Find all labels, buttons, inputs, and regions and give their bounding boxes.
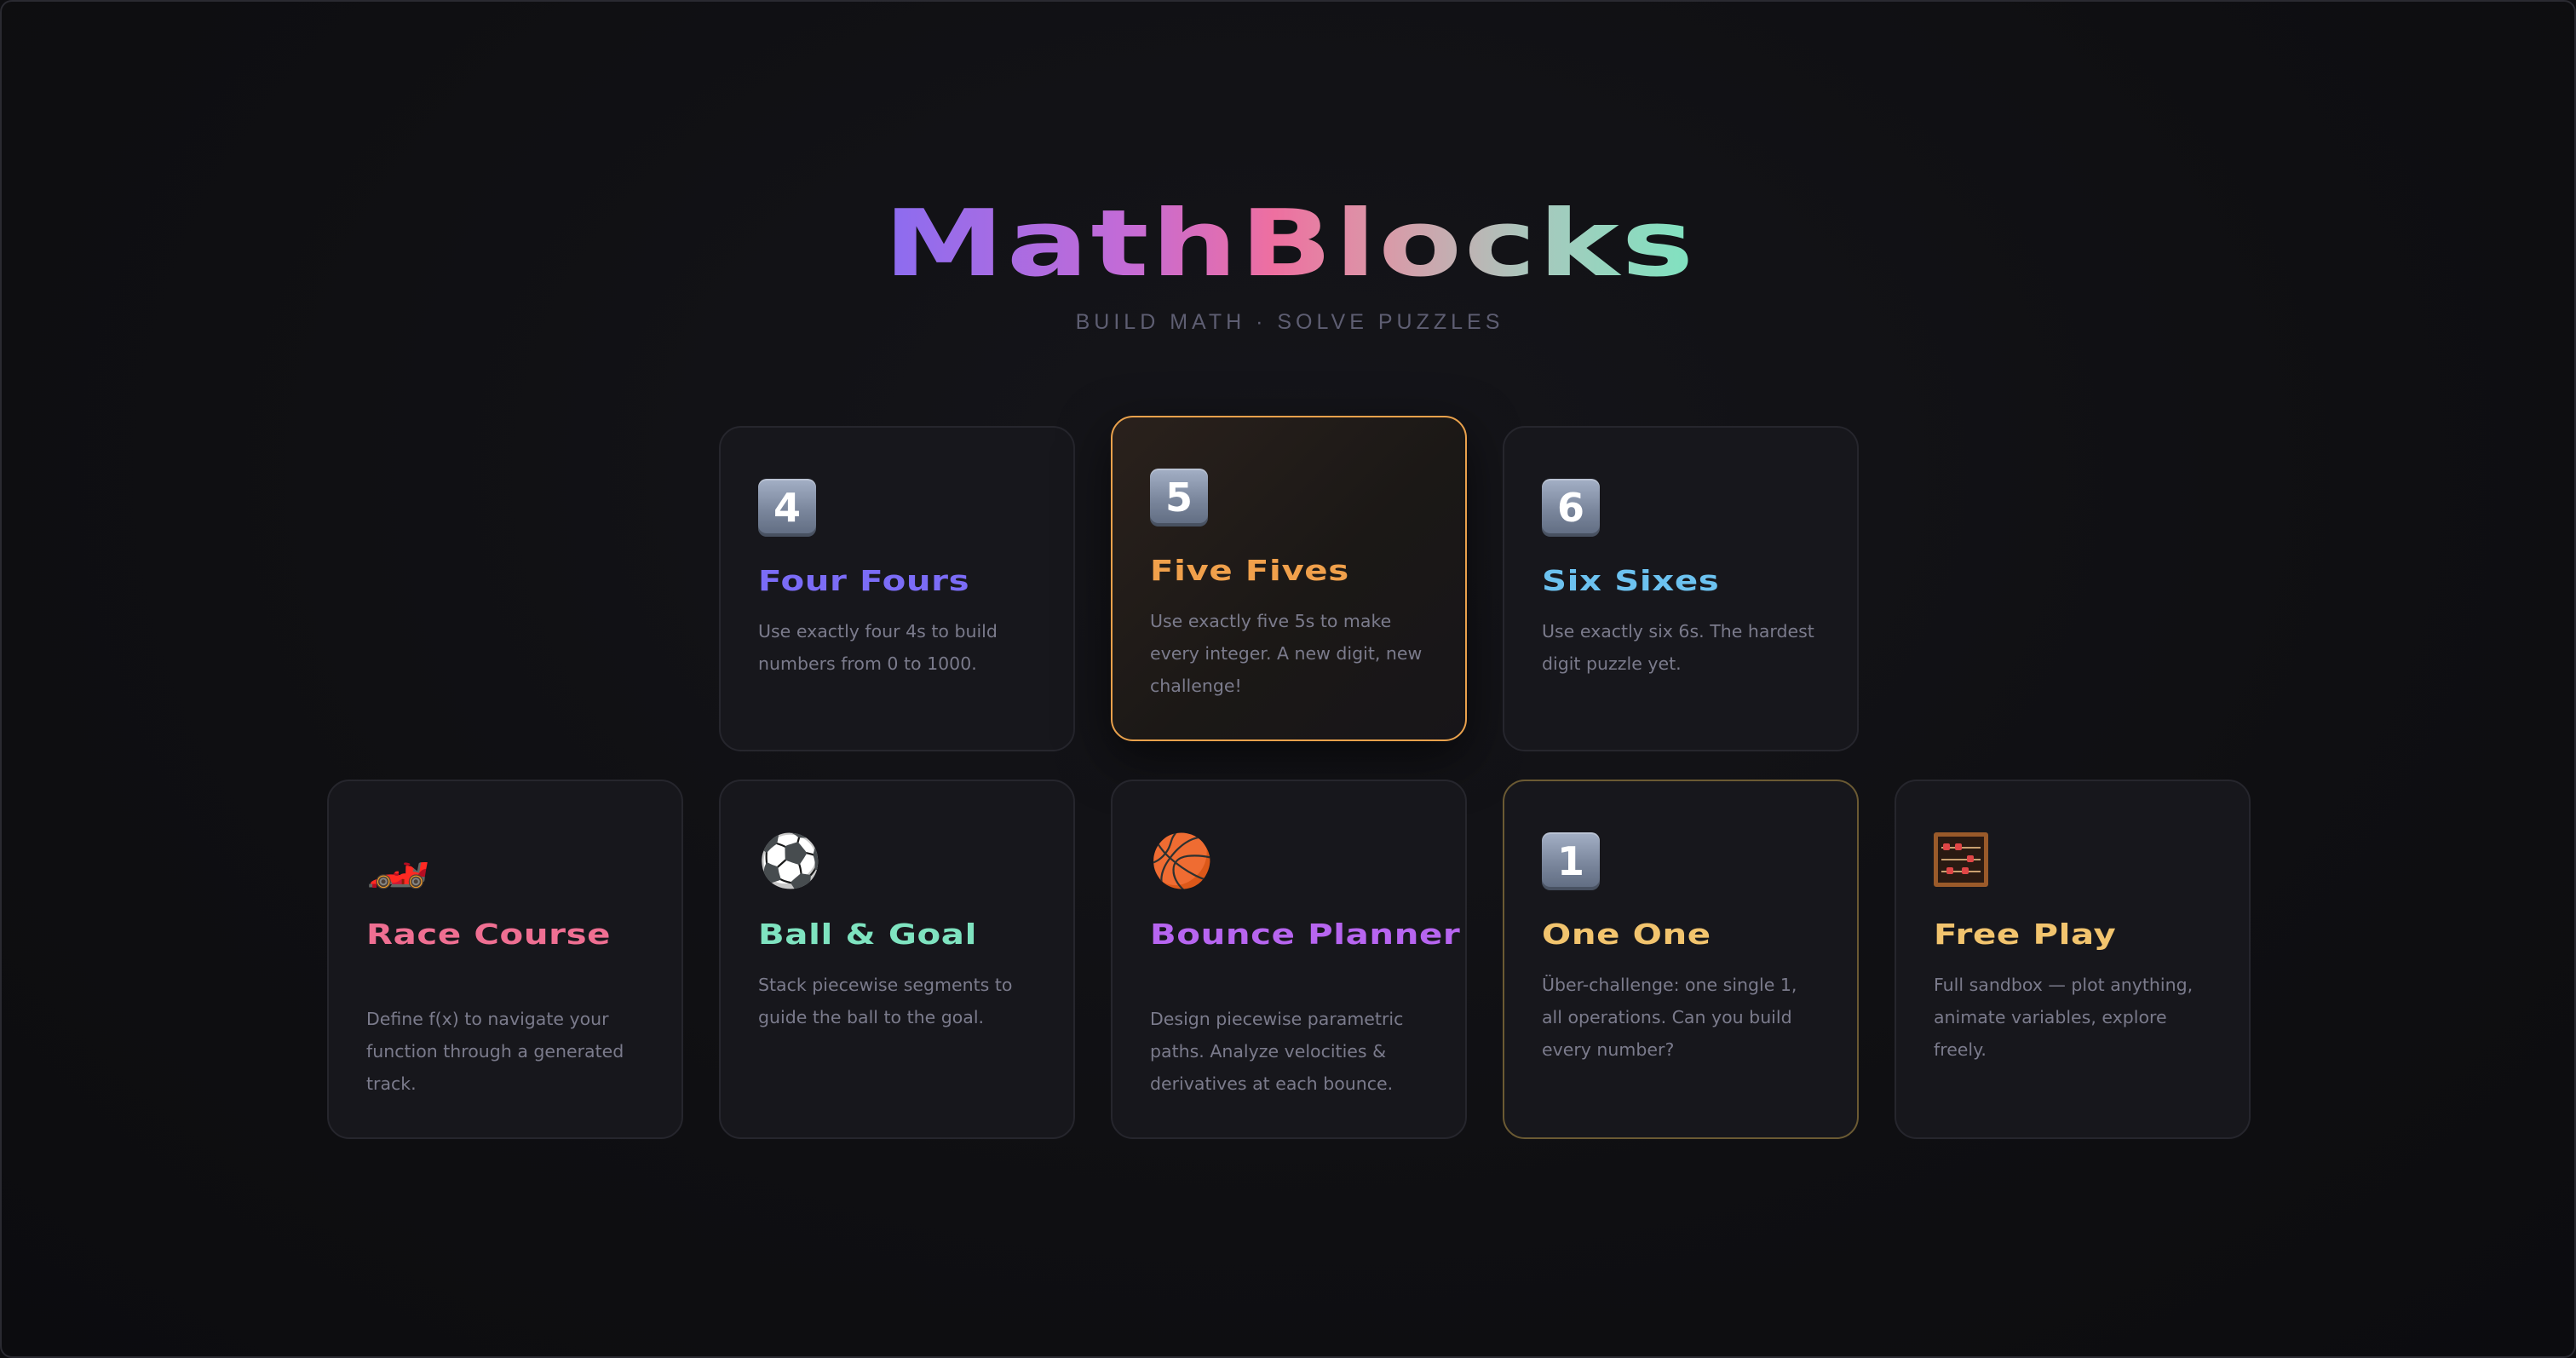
card-description: Stack piecewise segments to guide the ba… — [758, 975, 1013, 1027]
card-description: Design piecewise parametric paths. Analy… — [1150, 1009, 1404, 1094]
app-title-text: MathBlocks — [883, 191, 1696, 297]
game-card-five-fives[interactable]: 5 Five Fives Use exactly five 5s to make… — [1111, 416, 1467, 741]
basketball-icon: 🏀 — [1150, 831, 1214, 891]
game-card-one-one[interactable]: 1 One One Über-challenge: one single 1, … — [1503, 780, 1859, 1139]
game-card-free-play[interactable]: Free Play Full sandbox — plot anything, … — [1895, 780, 2251, 1139]
app-title: MathBlocks — [2, 191, 2574, 297]
card-title: Ball & Goal — [758, 918, 977, 951]
race-car-icon: 🏎️ — [366, 831, 430, 891]
app-window: MathBlocks BUILD MATH · SOLVE PUZZLES 4 … — [0, 0, 2576, 1358]
card-description: Use exactly five 5s to make every intege… — [1150, 611, 1423, 696]
keycap-6-icon: 6 — [1542, 479, 1600, 537]
abacus-icon — [1934, 832, 1988, 887]
game-card-ball-goal[interactable]: ⚽ Ball & Goal Stack piecewise segments t… — [719, 780, 1075, 1139]
card-description: Define f(x) to navigate your function th… — [366, 1009, 624, 1094]
card-description: Use exactly six 6s. The hardest digit pu… — [1542, 621, 1814, 674]
game-card-bounce-planner[interactable]: 🏀 Bounce Planner Design piecewise parame… — [1111, 780, 1467, 1139]
card-title: Race Course — [366, 918, 612, 951]
keycap-5-icon: 5 — [1150, 469, 1208, 527]
card-title: Six Sixes — [1542, 564, 1720, 597]
card-title: One One — [1542, 918, 1711, 951]
card-title: Five Fives — [1150, 554, 1349, 587]
app-subtitle: BUILD MATH · SOLVE PUZZLES — [1075, 310, 1504, 334]
card-description: Über-challenge: one single 1, all operat… — [1542, 975, 1797, 1060]
game-card-four-fours[interactable]: 4 Four Fours Use exactly four 4s to buil… — [719, 426, 1075, 751]
card-description: Use exactly four 4s to build numbers fro… — [758, 621, 998, 674]
game-card-six-sixes[interactable]: 6 Six Sixes Use exactly six 6s. The hard… — [1503, 426, 1859, 751]
keycap-4-icon: 4 — [758, 479, 816, 537]
card-title: Free Play — [1934, 918, 2117, 951]
card-title: Bounce Planner — [1150, 918, 1461, 951]
keycap-1-icon: 1 — [1542, 832, 1600, 890]
game-card-race-course[interactable]: 🏎️ Race Course Define f(x) to navigate y… — [327, 780, 683, 1139]
soccer-ball-icon: ⚽ — [758, 831, 822, 891]
card-title: Four Fours — [758, 564, 970, 597]
card-description: Full sandbox — plot anything, animate va… — [1934, 975, 2194, 1060]
